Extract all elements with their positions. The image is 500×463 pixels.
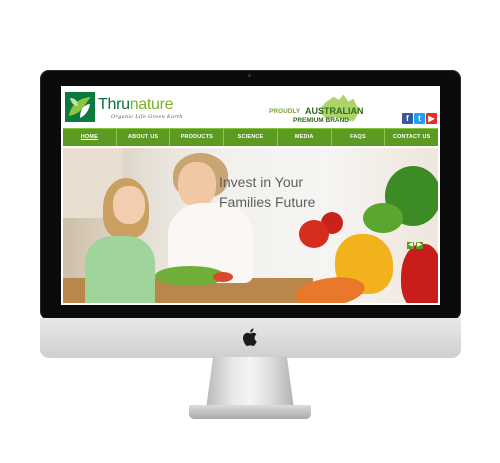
badge-proudly: PROUDLY xyxy=(269,108,301,115)
hero-headline-line2: Families Future xyxy=(219,194,316,210)
logo-name-accent: nature xyxy=(129,96,174,113)
tagline: Organic Life Green Earth xyxy=(111,114,183,120)
hero-herb-leaf xyxy=(363,203,403,233)
nav-item-faqs[interactable]: FAQS xyxy=(332,129,386,146)
hero-tomato xyxy=(299,220,329,248)
slider-prev-button[interactable]: ◀ xyxy=(407,242,414,249)
nav-item-science[interactable]: SCIENCE xyxy=(224,129,278,146)
logo-wordmark[interactable]: Thrunature xyxy=(98,96,174,114)
leaf-logo-icon[interactable] xyxy=(65,92,95,122)
nav-item-contact-us[interactable]: CONTACT US xyxy=(385,129,438,146)
badge-australian: AUSTRALIAN xyxy=(305,106,364,116)
monitor-foot xyxy=(189,405,311,419)
premium-brand-badge: PROUDLY AUSTRALIAN PREMIUM BRAND xyxy=(267,93,364,124)
badge-premium-brand: PREMIUM BRAND xyxy=(293,117,349,124)
camera-icon xyxy=(248,74,251,77)
slider-next-button[interactable]: ▶ xyxy=(416,242,423,249)
hero-mother-face xyxy=(178,162,216,207)
hero-girl-face xyxy=(113,186,145,224)
hero-girl-body xyxy=(85,236,155,303)
monitor-stand xyxy=(206,357,294,409)
nav-item-media[interactable]: MEDIA xyxy=(278,129,332,146)
youtube-icon[interactable]: ▶ xyxy=(426,113,437,124)
hero-headline: Invest in Your Families Future xyxy=(219,172,369,212)
hero-red-pepper xyxy=(401,244,438,303)
social-links: f t ▶ xyxy=(402,113,437,124)
hero-slider[interactable]: Invest in Your Families Future ◀ ▶ xyxy=(63,148,438,303)
nav-item-about-us[interactable]: ABOUT US xyxy=(117,129,171,146)
logo-name-main: Thru xyxy=(98,96,130,113)
hero-headline-line1: Invest in Your xyxy=(219,174,304,190)
nav-item-home[interactable]: HOME xyxy=(63,129,117,146)
hero-tomato-slice xyxy=(213,272,233,282)
site-header: Thrunature Organic Life Green Earth PROU… xyxy=(61,86,440,128)
main-nav: HOME ABOUT US PRODUCTS SCIENCE MEDIA FAQ… xyxy=(63,128,438,146)
twitter-icon[interactable]: t xyxy=(414,113,425,124)
facebook-icon[interactable]: f xyxy=(402,113,413,124)
screen: Thrunature Organic Life Green Earth PROU… xyxy=(61,86,440,305)
apple-logo-icon xyxy=(243,328,257,346)
nav-item-products[interactable]: PRODUCTS xyxy=(170,129,225,146)
